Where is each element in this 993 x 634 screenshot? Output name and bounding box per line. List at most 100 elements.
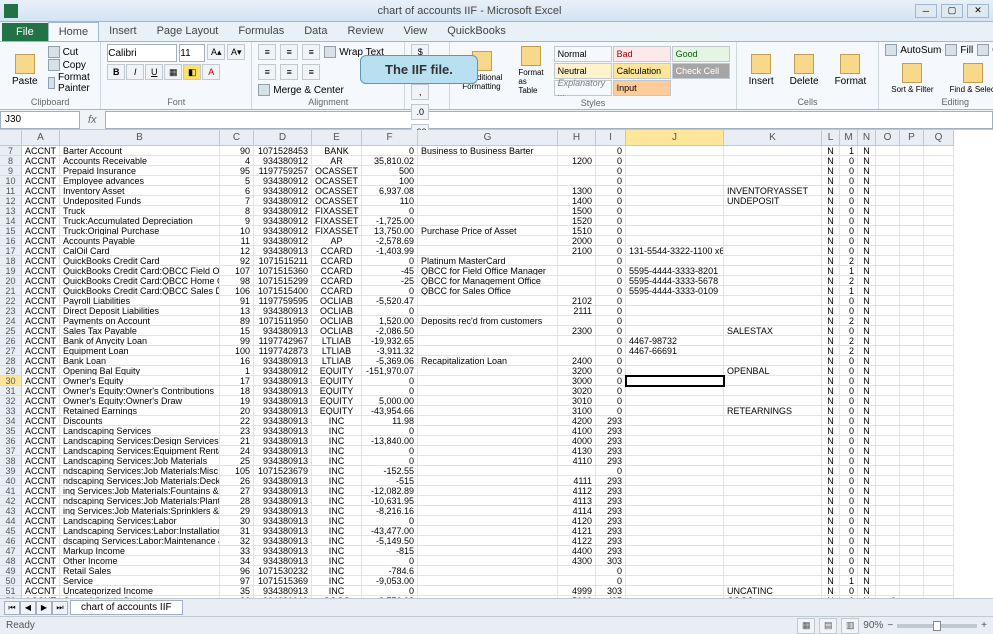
cell[interactable]	[626, 326, 724, 336]
cell[interactable]	[724, 236, 822, 246]
cell[interactable]	[924, 206, 954, 216]
cell[interactable]	[626, 386, 724, 396]
cell[interactable]	[876, 266, 900, 276]
cell[interactable]: ACCNT	[22, 146, 60, 156]
cell[interactable]: 934380912	[254, 236, 312, 246]
cell[interactable]	[724, 476, 822, 486]
cell[interactable]	[876, 416, 900, 426]
cell[interactable]	[724, 486, 822, 496]
cell[interactable]: 1200	[558, 156, 596, 166]
ribbon-tab-home[interactable]: Home	[48, 22, 99, 41]
cell[interactable]: N	[858, 376, 876, 386]
cell[interactable]	[924, 496, 954, 506]
cell[interactable]: -2,578.69	[362, 236, 418, 246]
cell[interactable]: 1	[840, 576, 858, 586]
cell[interactable]: N	[822, 566, 840, 576]
cell[interactable]: ACCNT	[22, 456, 60, 466]
cell[interactable]	[876, 486, 900, 496]
cell[interactable]: 0	[362, 386, 418, 396]
cell[interactable]	[626, 376, 724, 386]
cell[interactable]: 25	[220, 456, 254, 466]
cell[interactable]: N	[822, 176, 840, 186]
cell[interactable]: N	[822, 196, 840, 206]
cell[interactable]: EQUITY	[312, 396, 362, 406]
cell[interactable]	[876, 476, 900, 486]
cell[interactable]	[900, 476, 924, 486]
cell[interactable]: AP	[312, 236, 362, 246]
cell[interactable]	[876, 176, 900, 186]
cell[interactable]: 3010	[558, 396, 596, 406]
cell[interactable]: 1	[840, 286, 858, 296]
cell[interactable]: -151,970.07	[362, 366, 418, 376]
zoom-out-button[interactable]: −	[887, 620, 893, 631]
cell[interactable]: 0	[362, 206, 418, 216]
clear-button[interactable]: Clear	[977, 44, 993, 56]
cell[interactable]: 0	[840, 356, 858, 366]
cell[interactable]: -5,369.06	[362, 356, 418, 366]
cell[interactable]: 293	[596, 526, 626, 536]
cell[interactable]	[626, 506, 724, 516]
cell[interactable]	[900, 306, 924, 316]
cell[interactable]: 6,937.08	[362, 186, 418, 196]
cell[interactable]: -784.6	[362, 566, 418, 576]
cell[interactable]	[876, 206, 900, 216]
cell[interactable]: -12,082.89	[362, 486, 418, 496]
cell[interactable]: N	[822, 306, 840, 316]
row-header[interactable]: 18	[0, 256, 22, 266]
cell[interactable]: N	[858, 496, 876, 506]
ribbon-tab-formulas[interactable]: Formulas	[228, 22, 294, 41]
cell[interactable]: N	[822, 356, 840, 366]
col-header-N[interactable]: N	[858, 130, 876, 146]
cell[interactable]: 1071515299	[254, 276, 312, 286]
cell[interactable]: 36	[220, 596, 254, 598]
cell[interactable]: 0	[840, 386, 858, 396]
row-header[interactable]: 44	[0, 516, 22, 526]
cell[interactable]: 4	[220, 156, 254, 166]
row-header[interactable]: 52	[0, 596, 22, 598]
cell[interactable]: 97	[220, 576, 254, 586]
cell[interactable]	[900, 466, 924, 476]
cell[interactable]: 99	[220, 336, 254, 346]
cell[interactable]: ACCNT	[22, 426, 60, 436]
cell[interactable]: N	[822, 266, 840, 276]
cell[interactable]: 934380913	[254, 446, 312, 456]
cell[interactable]: INC	[312, 446, 362, 456]
cell[interactable]: Undeposited Funds	[60, 196, 220, 206]
col-header-O[interactable]: O	[876, 130, 900, 146]
cell[interactable]: Accounts Payable	[60, 236, 220, 246]
cell[interactable]	[900, 336, 924, 346]
cell[interactable]: 3020	[558, 386, 596, 396]
style-calculation[interactable]: Calculation	[613, 63, 671, 79]
cell[interactable]: 0	[840, 296, 858, 306]
cell[interactable]: -19,932.65	[362, 336, 418, 346]
cell[interactable]	[924, 156, 954, 166]
style-neutral[interactable]: Neutral	[554, 63, 612, 79]
cell[interactable]: N	[858, 486, 876, 496]
cell[interactable]: N	[858, 396, 876, 406]
cell[interactable]	[626, 496, 724, 506]
cell[interactable]: 0	[596, 306, 626, 316]
cell[interactable]	[876, 336, 900, 346]
cell[interactable]	[900, 406, 924, 416]
font-name-select[interactable]	[107, 44, 177, 62]
cell[interactable]: 934380913	[254, 246, 312, 256]
cell[interactable]	[924, 466, 954, 476]
cell[interactable]	[724, 286, 822, 296]
cell[interactable]	[724, 456, 822, 466]
cell[interactable]: 495	[596, 596, 626, 598]
cell[interactable]: 2	[840, 276, 858, 286]
cell[interactable]	[924, 516, 954, 526]
cell[interactable]: 1071511950	[254, 316, 312, 326]
cell[interactable]: INC	[312, 506, 362, 516]
cell[interactable]: ACCNT	[22, 326, 60, 336]
cell[interactable]: N	[858, 156, 876, 166]
cell[interactable]: 934380913	[254, 526, 312, 536]
cell[interactable]	[876, 156, 900, 166]
cell[interactable]	[900, 266, 924, 276]
cell[interactable]: 0	[840, 536, 858, 546]
cell[interactable]: 0	[362, 456, 418, 466]
cell[interactable]: 4999	[558, 586, 596, 596]
col-header-Q[interactable]: Q	[924, 130, 954, 146]
cell[interactable]: 934380913	[254, 436, 312, 446]
cell[interactable]	[418, 236, 558, 246]
